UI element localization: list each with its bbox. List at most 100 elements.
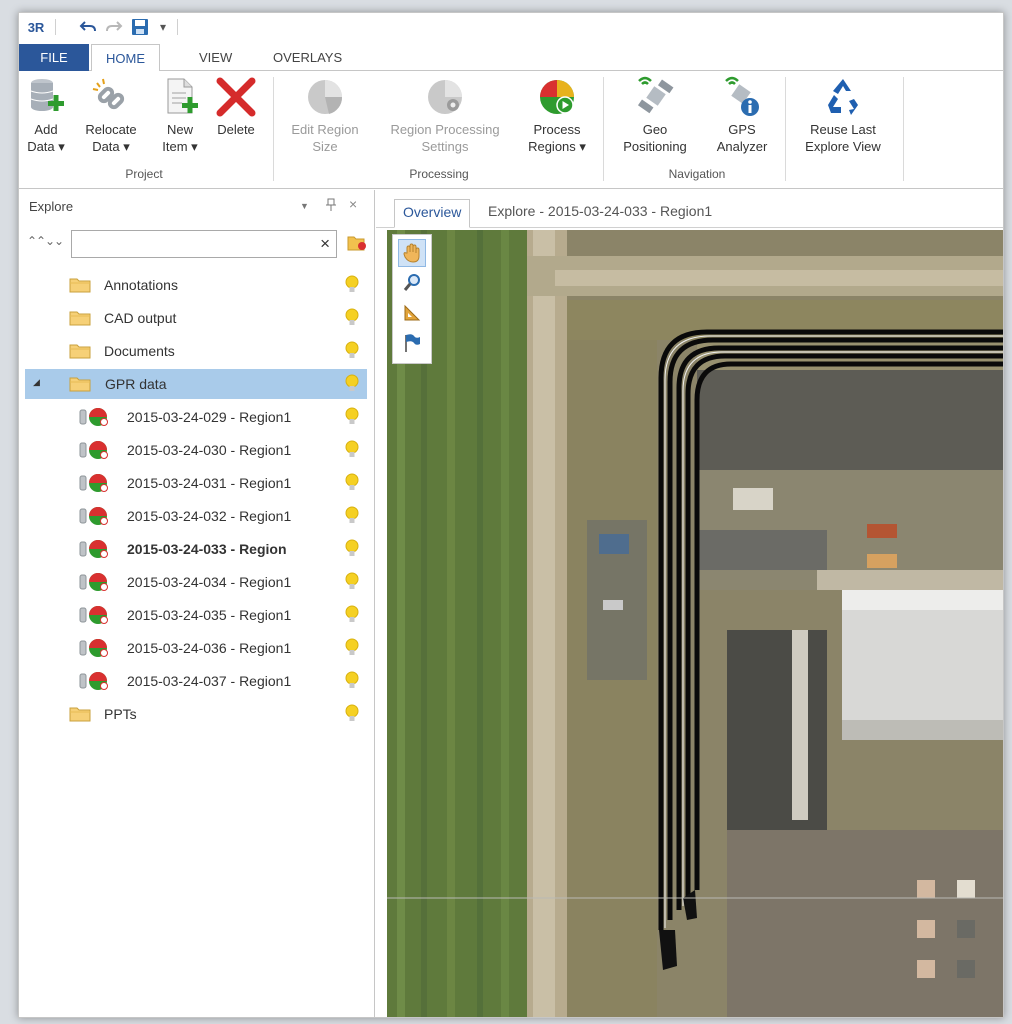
process-regions-label-1: Process: [533, 122, 581, 137]
tree-item-region[interactable]: 2015-03-24-031 - Region1: [19, 468, 367, 498]
visibility-bulb-icon[interactable]: [345, 539, 359, 559]
search-row: ⌃⌃ ⌄⌄ ×: [19, 228, 374, 258]
app-logo[interactable]: 3R: [25, 17, 47, 37]
expand-all-icon[interactable]: ⌄⌄: [45, 234, 64, 248]
new-document-icon: [159, 75, 201, 119]
tree-item-label: 2015-03-24-037 - Region1: [127, 673, 292, 689]
gpr-region-icon: [79, 539, 108, 558]
tab-explore-region[interactable]: Explore - 2015-03-24-033 - Region1: [480, 199, 720, 226]
reuse-last-explore-view-button[interactable]: Reuse Last Explore View: [791, 75, 895, 155]
visibility-bulb-icon[interactable]: [345, 572, 359, 592]
tree-item-label: 2015-03-24-036 - Region1: [127, 640, 292, 656]
group-separator: [273, 77, 274, 181]
explore-pane-title: Explore: [29, 199, 74, 214]
add-data-button[interactable]: Add Data ▾: [21, 75, 71, 155]
collapse-all-icon[interactable]: ⌃⌃: [27, 234, 46, 248]
expand-arrow-icon[interactable]: ◢: [33, 377, 40, 388]
reuse-label-1: Reuse Last: [810, 122, 876, 137]
tree-item-label: GPR data: [105, 376, 167, 392]
redo-icon[interactable]: [103, 17, 125, 37]
reuse-label-2: Explore View: [805, 139, 881, 154]
tree-folder-annotations[interactable]: Annotations: [19, 270, 367, 300]
folder-icon: [69, 706, 91, 722]
tree-item-region[interactable]: 2015-03-24-033 - Region: [19, 534, 367, 564]
tree-item-label: 2015-03-24-035 - Region1: [127, 607, 292, 623]
visibility-bulb-icon[interactable]: [345, 473, 359, 493]
flag-icon[interactable]: [398, 329, 426, 357]
visibility-bulb-icon[interactable]: [345, 638, 359, 658]
tree-item-region[interactable]: 2015-03-24-037 - Region1: [19, 666, 367, 696]
tree-item-region[interactable]: 2015-03-24-030 - Region1: [19, 435, 367, 465]
tree-item-label: 2015-03-24-033 - Region: [127, 541, 287, 557]
tab-file[interactable]: FILE: [19, 44, 89, 71]
tree-item-region[interactable]: 2015-03-24-032 - Region1: [19, 501, 367, 531]
qat-separator: [177, 19, 178, 35]
region-processing-settings-button[interactable]: Region Processing Settings: [377, 75, 513, 155]
tab-home[interactable]: HOME: [91, 44, 160, 72]
recycle-icon: [822, 75, 864, 119]
save-icon[interactable]: [129, 17, 151, 37]
tree-folder-gpr-data[interactable]: ◢ GPR data: [25, 369, 367, 399]
tab-overview[interactable]: Overview: [394, 199, 471, 228]
visibility-bulb-icon[interactable]: [345, 605, 359, 625]
visibility-bulb-icon[interactable]: [345, 506, 359, 526]
qat-separator: [55, 19, 56, 35]
add-data-label-2: Data ▾: [27, 139, 65, 154]
tab-view[interactable]: VIEW: [185, 44, 246, 71]
visibility-bulb-icon[interactable]: [345, 308, 359, 328]
pan-hand-icon[interactable]: [398, 239, 426, 267]
tree-item-region[interactable]: 2015-03-24-036 - Region1: [19, 633, 367, 663]
folder-icon: [69, 277, 91, 293]
group-separator: [903, 77, 904, 181]
tree-item-region[interactable]: 2015-03-24-029 - Region1: [19, 402, 367, 432]
tree-item-region[interactable]: 2015-03-24-035 - Region1: [19, 600, 367, 630]
visibility-bulb-icon[interactable]: [345, 671, 359, 691]
folder-filter-icon[interactable]: [347, 234, 367, 255]
geo-positioning-button[interactable]: Geo Positioning: [609, 75, 701, 155]
tree-item-region[interactable]: 2015-03-24-034 - Region1: [19, 567, 367, 597]
tree-folder-ppts[interactable]: PPTs: [19, 699, 367, 729]
measure-icon[interactable]: [398, 299, 426, 327]
search-input[interactable]: [76, 232, 306, 256]
relocate-data-label-1: Relocate: [85, 122, 137, 137]
map-view[interactable]: [387, 230, 1003, 1017]
visibility-bulb-icon[interactable]: [345, 407, 359, 427]
pin-icon[interactable]: [326, 198, 336, 215]
app-window: 3R ▾ FILE HOME VIEW OVERLAYS Add Data ▾: [18, 12, 1004, 1018]
process-regions-pie-icon: [536, 75, 578, 119]
satellite-map: [387, 230, 1003, 1017]
gpr-region-icon: [79, 506, 108, 525]
new-item-button[interactable]: New Item ▾: [155, 75, 205, 155]
pane-options-icon[interactable]: ▼: [300, 201, 309, 211]
visibility-bulb-icon[interactable]: [345, 275, 359, 295]
map-tool-palette: [392, 234, 432, 364]
delete-label: Delete: [217, 122, 255, 137]
tree-folder-cad-output[interactable]: CAD output: [19, 303, 367, 333]
qat-customize-icon[interactable]: ▾: [155, 17, 171, 37]
group-separator: [603, 77, 604, 181]
tab-overlays[interactable]: OVERLAYS: [259, 44, 356, 71]
edit-region-size-button[interactable]: Edit Region Size: [281, 75, 369, 155]
undo-icon[interactable]: [77, 17, 99, 37]
group-label-navigation: Navigation: [668, 167, 726, 181]
folder-icon: [69, 310, 91, 326]
relocate-data-button[interactable]: Relocate Data ▾: [77, 75, 145, 155]
ribbon: Add Data ▾ Relocate Data ▾ New Item ▾ De…: [19, 71, 1003, 189]
gpr-region-icon: [79, 440, 108, 459]
delete-x-icon: [215, 75, 257, 119]
visibility-bulb-icon[interactable]: [345, 374, 359, 394]
zoom-icon[interactable]: [398, 269, 426, 297]
satellite-geo-icon: [634, 75, 676, 119]
visibility-bulb-icon[interactable]: [345, 440, 359, 460]
folder-icon: [69, 343, 91, 359]
gps-analyzer-button[interactable]: GPS Analyzer: [707, 75, 777, 155]
close-icon[interactable]: ×: [349, 196, 357, 212]
visibility-bulb-icon[interactable]: [345, 341, 359, 361]
search-box: ×: [71, 230, 337, 258]
clear-search-icon[interactable]: ×: [320, 234, 330, 254]
tree-folder-documents[interactable]: Documents: [19, 336, 367, 366]
delete-button[interactable]: Delete: [211, 75, 261, 138]
visibility-bulb-icon[interactable]: [345, 704, 359, 724]
region-processing-settings-label-2: Settings: [421, 139, 469, 154]
process-regions-button[interactable]: Process Regions ▾: [519, 75, 595, 155]
